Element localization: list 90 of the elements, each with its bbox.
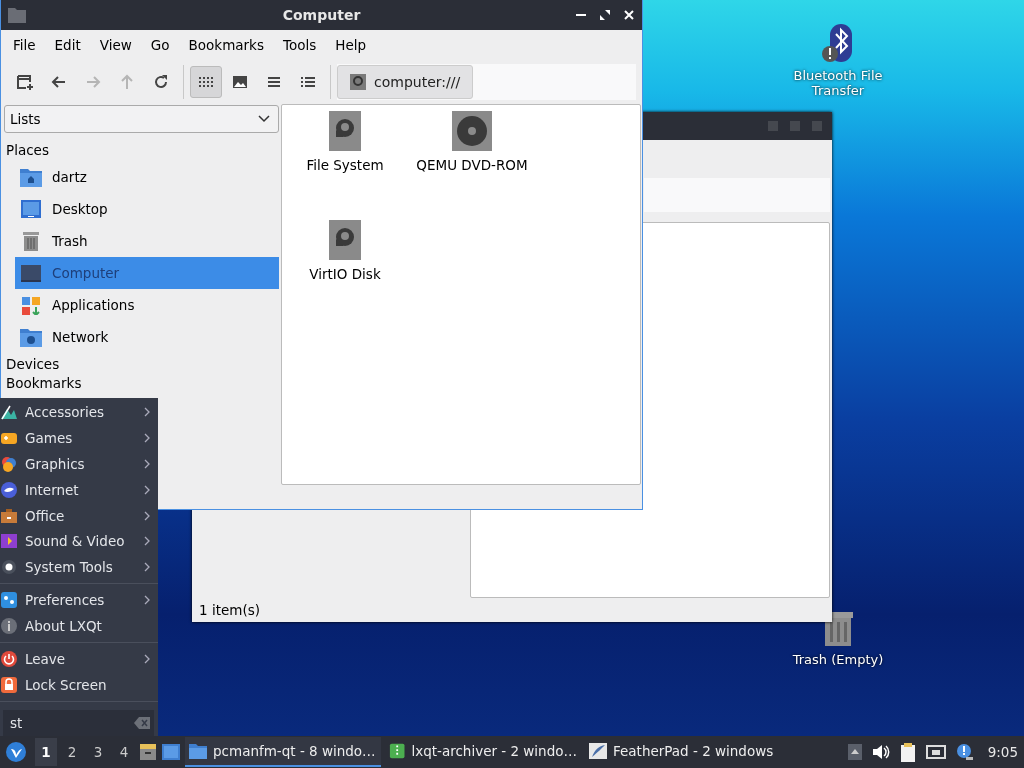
menu-item[interactable]: File — [3, 37, 45, 53]
workspace-button[interactable]: 1 — [35, 738, 57, 766]
chevron-right-icon — [144, 406, 150, 417]
preferences-icon — [0, 591, 18, 610]
chevron-down-icon — [258, 115, 270, 123]
maximize-icon[interactable] — [600, 10, 610, 20]
reload-icon — [152, 73, 170, 91]
chevron-right-icon — [144, 510, 150, 521]
menu-item[interactable]: Graphics — [0, 450, 158, 477]
notification-icon[interactable] — [955, 743, 974, 761]
image-icon — [231, 73, 249, 91]
place-item[interactable]: Network — [15, 321, 279, 353]
volume-icon[interactable] — [871, 744, 890, 760]
place-item[interactable]: Applications — [15, 289, 279, 321]
tray-expand-icon[interactable] — [847, 744, 862, 760]
section-heading[interactable]: Devices — [3, 353, 279, 375]
menu-item[interactable]: About LXQt — [0, 613, 158, 640]
task-button[interactable]: lxqt-archiver - 2 windo… — [385, 737, 581, 767]
menu-item[interactable]: Games — [0, 424, 158, 451]
side-pane-dropdown[interactable]: Lists — [4, 105, 279, 133]
new-tab-icon — [16, 73, 34, 91]
task-button[interactable]: FeatherPad - 2 windows — [585, 737, 781, 767]
menu-item[interactable]: Bookmarks — [178, 37, 273, 53]
media-icon — [0, 532, 18, 551]
drive-item[interactable]: VirtIO Disk — [283, 220, 407, 329]
workspace-button[interactable]: 3 — [87, 738, 109, 766]
folder-icon — [8, 7, 26, 23]
location-field[interactable] — [644, 178, 830, 212]
briefcase-icon — [0, 506, 18, 525]
status-text: 1 item(s) — [199, 602, 260, 618]
section-heading[interactable]: Places — [3, 139, 279, 161]
folder-icon — [189, 743, 207, 759]
trash-icon — [20, 231, 42, 251]
place-item[interactable]: Desktop — [15, 193, 279, 225]
chevron-right-icon — [144, 654, 150, 665]
menu-item[interactable]: Go — [140, 37, 179, 53]
clear-icon[interactable] — [134, 716, 150, 729]
home-folder-icon — [20, 167, 42, 187]
file-cabinet-icon[interactable] — [139, 743, 157, 761]
menu-item[interactable]: Lock Screen — [0, 672, 158, 698]
icon-view-button[interactable] — [190, 66, 222, 98]
gear-icon — [0, 558, 18, 577]
network-icon[interactable] — [925, 744, 946, 760]
section-heading[interactable]: Bookmarks — [3, 375, 279, 392]
workspace-button[interactable]: 2 — [61, 738, 83, 766]
clock[interactable]: 9:05 — [987, 744, 1018, 760]
lock-icon — [0, 676, 18, 694]
menu-item[interactable]: Office — [0, 502, 158, 529]
chevron-right-icon — [144, 562, 150, 573]
globe-icon — [0, 480, 18, 499]
workspace-button[interactable]: 4 — [113, 738, 135, 766]
search-field[interactable]: st — [3, 709, 154, 736]
drive-item[interactable]: QEMU DVD-ROM — [407, 111, 537, 220]
clipboard-icon[interactable] — [899, 742, 916, 762]
drive-item[interactable]: File System — [283, 111, 407, 220]
desktop-icon — [20, 199, 42, 219]
color-circles-icon — [0, 454, 18, 473]
chevron-right-icon — [144, 595, 150, 606]
monitor-icon — [20, 263, 42, 283]
menu-item[interactable]: Edit — [44, 37, 90, 53]
info-icon — [0, 617, 18, 636]
menu-item[interactable]: View — [89, 37, 141, 53]
place-item[interactable]: dartz — [15, 161, 279, 193]
place-item[interactable]: Trash — [15, 225, 279, 257]
close-icon[interactable] — [624, 10, 634, 20]
start-menu-icon[interactable] — [5, 741, 27, 763]
network-folder-icon — [20, 327, 42, 347]
archive-icon — [389, 743, 406, 759]
menu-item[interactable]: Accessories — [0, 399, 158, 425]
chevron-right-icon — [144, 536, 150, 547]
menu-item[interactable]: Preferences — [0, 587, 158, 614]
path-button[interactable]: computer:/// — [337, 65, 474, 99]
menu-item[interactable]: Help — [325, 37, 375, 53]
menu-item[interactable]: Sound & Video — [0, 528, 158, 555]
menu-item[interactable]: System Tools — [0, 554, 158, 581]
power-icon — [0, 650, 18, 669]
menu-item[interactable]: Internet — [0, 476, 158, 503]
chevron-right-icon — [144, 484, 150, 495]
drive-icon — [350, 74, 366, 90]
chevron-right-icon — [144, 432, 150, 443]
menu-item[interactable]: Tools — [272, 37, 326, 53]
window-title: Computer — [282, 7, 361, 23]
desktop-icon[interactable] — [161, 743, 181, 761]
feather-icon — [589, 743, 607, 759]
applications-icon — [20, 295, 42, 315]
location-bar[interactable]: computer:/// — [337, 64, 636, 100]
menu-item[interactable]: Leave — [0, 646, 158, 673]
desktop-icon-label[interactable]: Trash (Empty) — [792, 652, 884, 667]
chevron-right-icon — [144, 458, 150, 469]
task-button[interactable]: pcmanfm-qt - 8 windo… — [185, 737, 381, 767]
